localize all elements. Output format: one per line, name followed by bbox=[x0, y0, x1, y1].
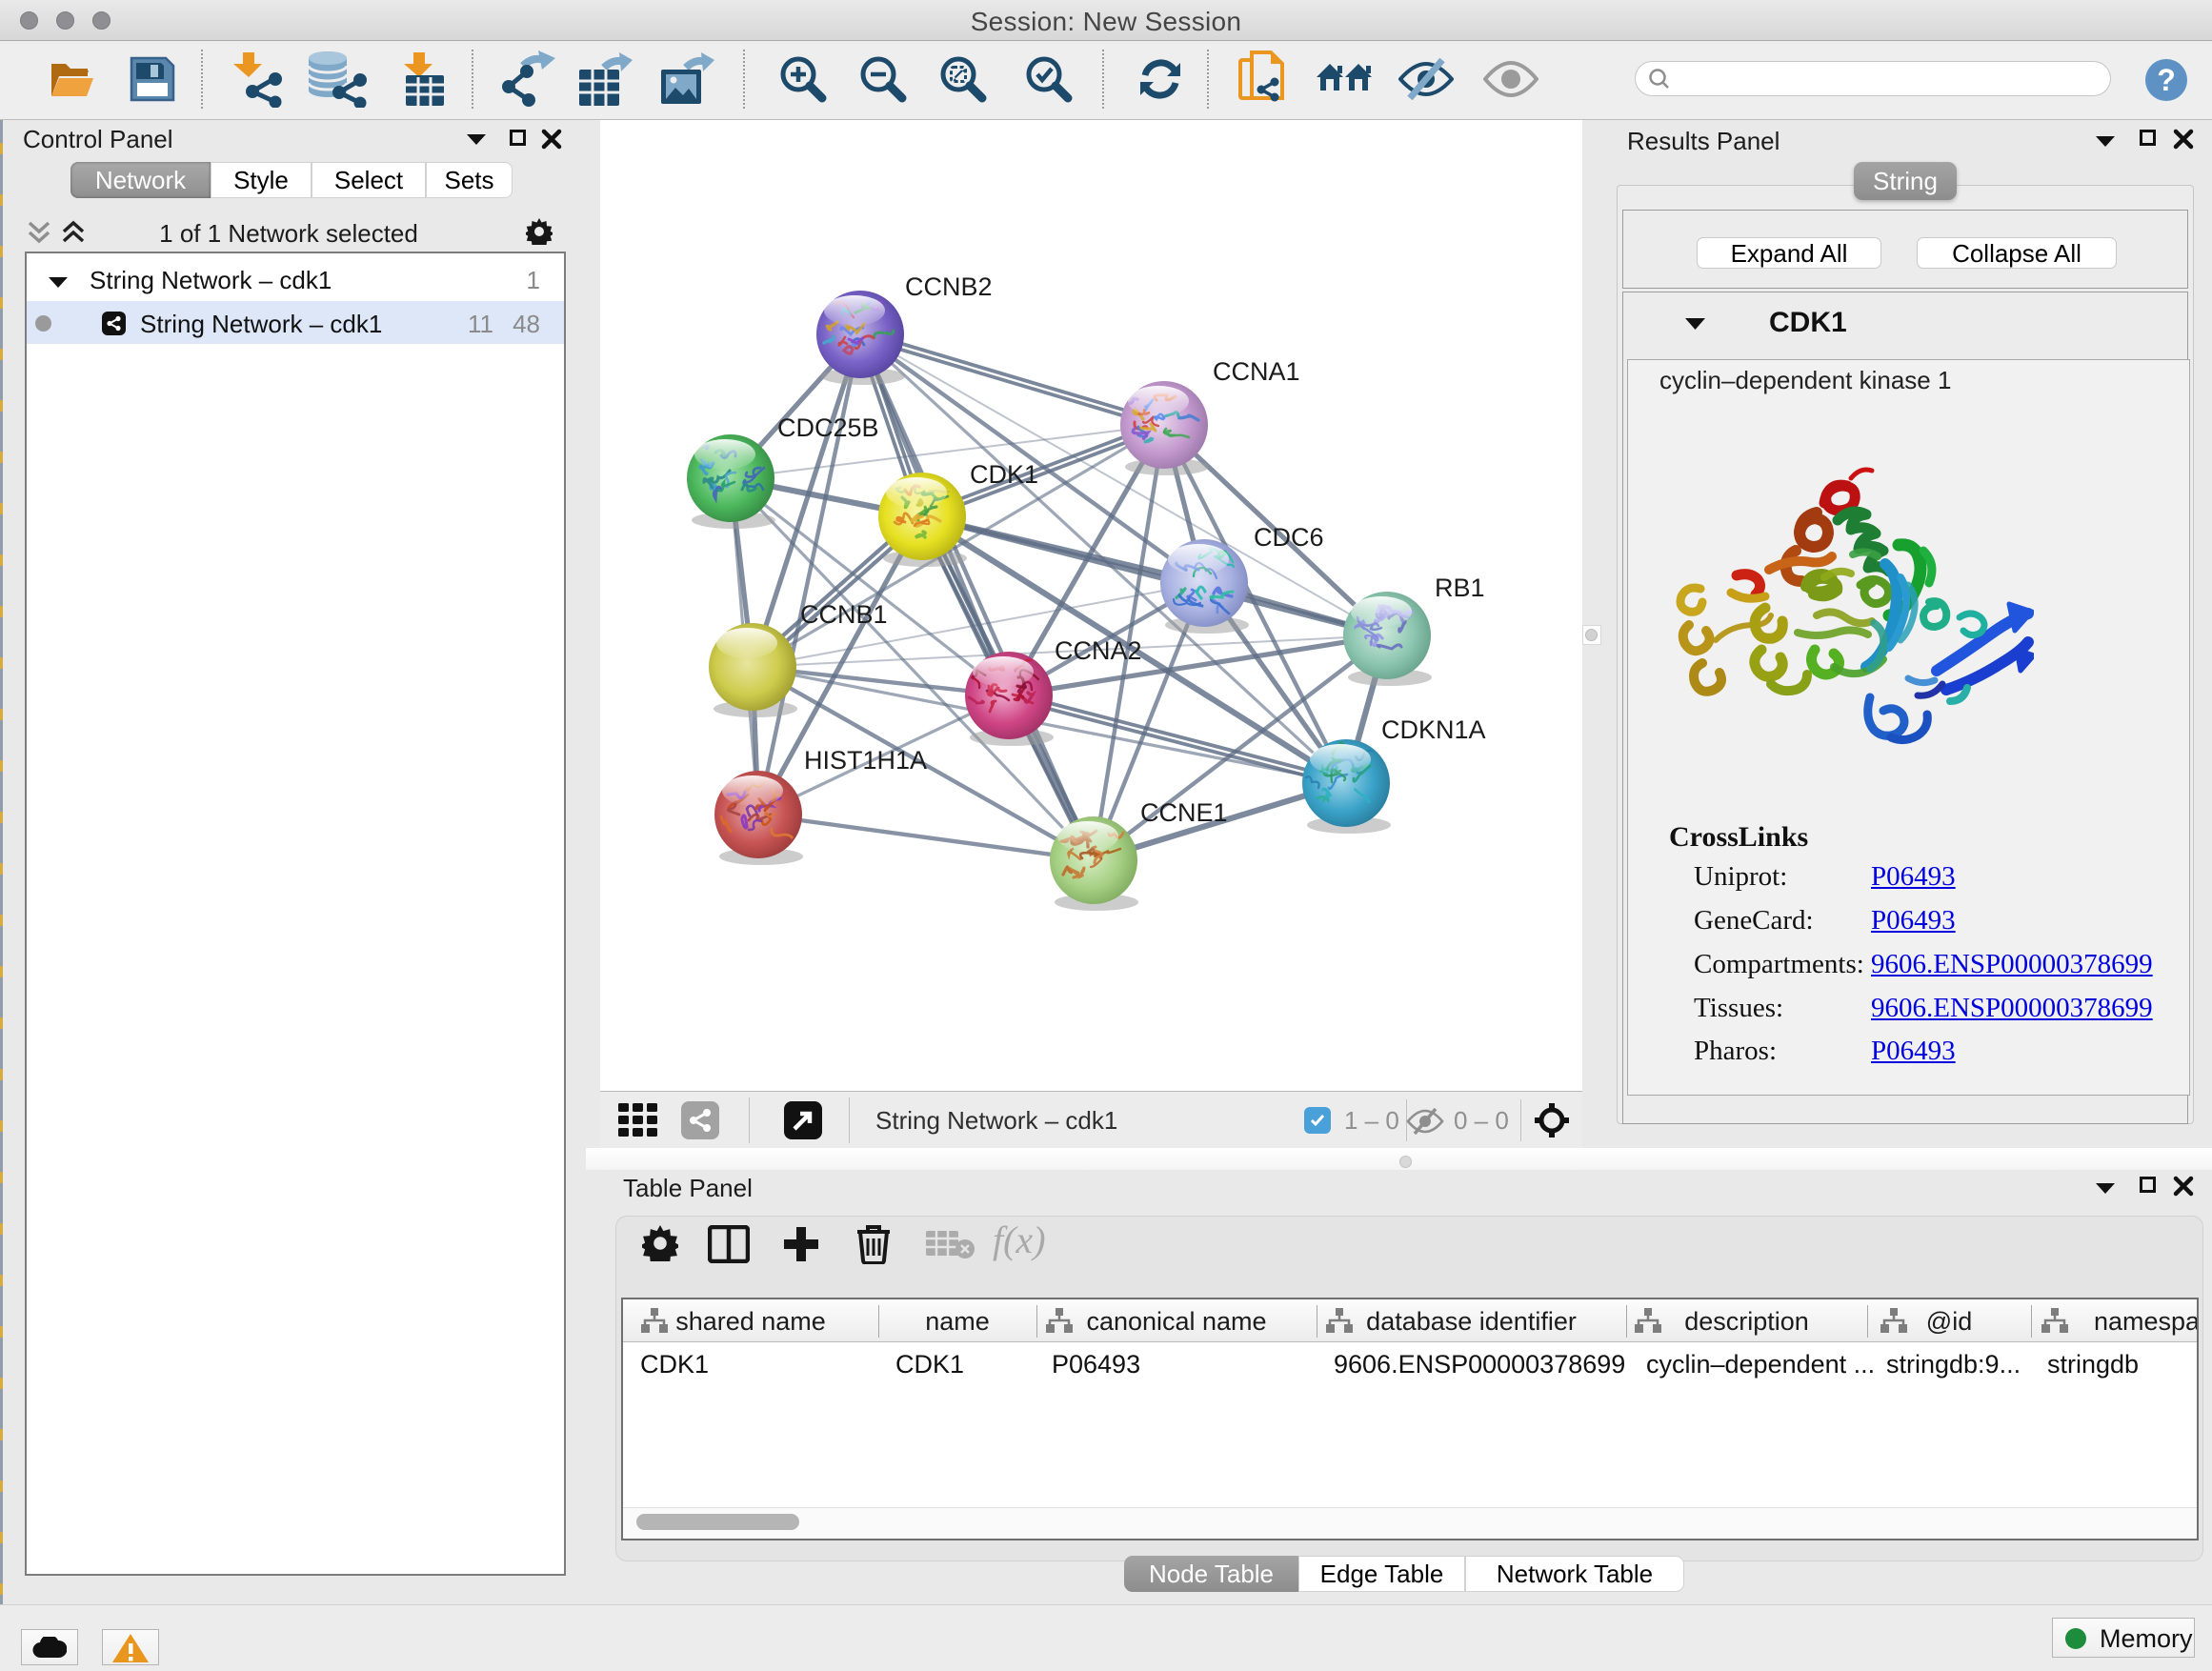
svg-text:CDK1: CDK1 bbox=[970, 460, 1038, 489]
svg-text:CDKN1A: CDKN1A bbox=[1381, 715, 1486, 744]
svg-text:CCNA2: CCNA2 bbox=[1055, 636, 1142, 665]
svg-text:CCNB1: CCNB1 bbox=[800, 600, 888, 629]
svg-text:CCNE1: CCNE1 bbox=[1140, 798, 1228, 827]
svg-text:CCNA1: CCNA1 bbox=[1213, 357, 1300, 386]
svg-text:HIST1H1A: HIST1H1A bbox=[804, 746, 927, 775]
svg-text:CCNB2: CCNB2 bbox=[905, 272, 993, 301]
svg-text:RB1: RB1 bbox=[1435, 574, 1485, 602]
svg-text:CDC25B: CDC25B bbox=[777, 413, 879, 442]
svg-text:CDC6: CDC6 bbox=[1254, 523, 1324, 552]
